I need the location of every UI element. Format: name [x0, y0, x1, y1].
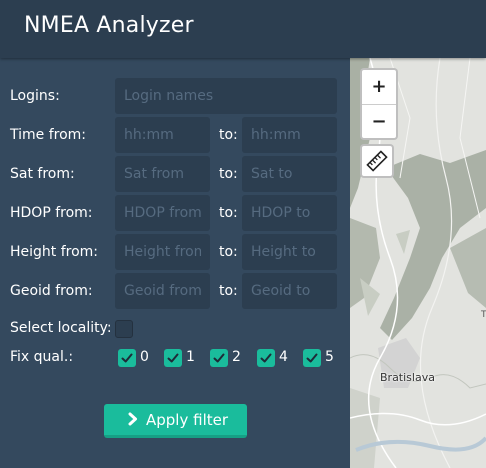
logins-input[interactable]: [115, 78, 337, 114]
fix-quality-1-label: 1: [186, 349, 195, 365]
sat-to-label: to:: [219, 166, 238, 182]
map-view[interactable]: + − Bratislava T: [350, 58, 486, 468]
fix-quality-5-checkbox[interactable]: [303, 349, 321, 367]
select-locality-checkbox[interactable]: [115, 320, 133, 338]
fix-quality-4-label: 4: [279, 349, 288, 365]
zoom-out-button[interactable]: −: [362, 105, 396, 139]
fix-quality-5-label: 5: [325, 349, 334, 365]
checkmark-icon: [213, 353, 225, 363]
height-from-input[interactable]: [115, 234, 210, 270]
fix-quality-2-checkbox[interactable]: [210, 349, 228, 367]
checkmark-icon: [121, 353, 133, 363]
chevron-right-icon: [128, 412, 137, 426]
sat-from-label: Sat from:: [10, 166, 75, 182]
hdop-to-label: to:: [219, 205, 238, 221]
checkmark-icon: [260, 353, 272, 363]
hdop-to-input[interactable]: [242, 195, 337, 231]
geoid-to-label: to:: [219, 283, 238, 299]
fix-quality-label: Fix qual.:: [10, 349, 74, 365]
fix-quality-0-label: 0: [140, 349, 149, 365]
fix-quality-1-checkbox[interactable]: [164, 349, 182, 367]
height-to-label: to:: [219, 244, 238, 260]
select-locality-label: Select locality:: [10, 320, 112, 336]
ruler-icon: [366, 150, 388, 172]
time-from-label: Time from:: [10, 127, 87, 143]
time-from-input[interactable]: [115, 117, 210, 153]
fix-quality-2-label: 2: [232, 349, 241, 365]
time-to-input[interactable]: [242, 117, 337, 153]
height-to-input[interactable]: [242, 234, 337, 270]
height-from-label: Height from:: [10, 244, 99, 260]
sat-from-input[interactable]: [115, 156, 210, 192]
fix-quality-4-checkbox[interactable]: [257, 349, 275, 367]
geoid-from-input[interactable]: [115, 273, 210, 309]
checkmark-icon: [306, 353, 318, 363]
zoom-control: + −: [360, 68, 398, 140]
logins-label: Logins:: [10, 88, 60, 104]
fix-quality-0-checkbox[interactable]: [118, 349, 136, 367]
sat-to-input[interactable]: [242, 156, 337, 192]
hdop-from-input[interactable]: [115, 195, 210, 231]
apply-filter-button[interactable]: Apply filter: [104, 404, 247, 438]
time-to-label: to:: [219, 127, 238, 143]
apply-filter-label: Apply filter: [146, 411, 229, 429]
geoid-from-label: Geoid from:: [10, 283, 93, 299]
zoom-in-button[interactable]: +: [362, 70, 396, 104]
geoid-to-input[interactable]: [242, 273, 337, 309]
map-city-label: Bratislava: [380, 371, 435, 384]
app-header: NMEA Analyzer: [0, 0, 486, 58]
measure-button[interactable]: [360, 144, 394, 178]
checkmark-icon: [167, 353, 179, 363]
hdop-from-label: HDOP from:: [10, 205, 93, 221]
app-title: NMEA Analyzer: [24, 13, 194, 38]
map-edge-label: T: [481, 310, 486, 320]
